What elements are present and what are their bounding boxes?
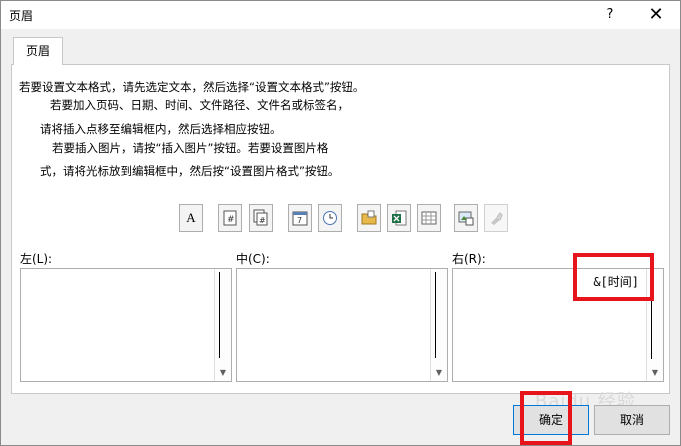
insert-date-icon: 7 [292,210,308,226]
highlight-ok-button [520,391,572,445]
right-section-label: 右(R): [452,252,486,266]
dialog-title: 页眉 [9,9,34,23]
instruction-line-5: 式，请将光标放到编辑框中，然后按“设置图片格式”按钮。 [40,164,340,178]
insert-page-number-button[interactable]: # [218,204,242,232]
svg-text:#: # [259,216,266,225]
instruction-line-3: 请将插入点移至编辑框内，然后选择相应按钮。 [40,122,282,136]
left-scroll-track [219,272,220,358]
left-scrollbar[interactable]: ▼ [214,269,231,381]
insert-sheet-name-icon [421,211,437,225]
title-bar: 页眉 ? ✕ [1,1,680,29]
insert-file-path-button[interactable] [357,204,381,232]
center-scroll-track [435,272,436,358]
instruction-line-4: 若要插入图片，请按“插入图片”按钮。若要设置图片格 [52,141,329,155]
center-section-label: 中(C): [236,252,270,266]
instruction-line-2: 若要加入页码、日期、时间、文件路径、文件名或标签名， [50,98,349,112]
insert-page-count-icon: # [253,209,269,227]
instruction-line-1: 若要设置文本格式，请先选定文本，然后选择“设置文本格式”按钮。 [19,80,365,94]
insert-time-icon [322,210,338,226]
insert-time-button[interactable] [318,204,342,232]
insert-page-number-icon: # [223,210,237,226]
close-button[interactable]: ✕ [641,4,671,26]
format-text-icon: A [186,210,196,225]
center-scrollbar[interactable]: ▼ [430,269,447,381]
insert-file-name-icon [391,210,407,226]
insert-picture-button[interactable] [454,204,478,232]
insert-file-name-button[interactable] [387,204,411,232]
insert-date-button[interactable]: 7 [288,204,312,232]
format-picture-button[interactable] [484,204,508,232]
left-section-editbox[interactable]: ▼ [20,268,232,382]
tab-header[interactable]: 页眉 [13,37,63,65]
format-picture-icon [488,210,504,226]
insert-picture-icon [458,210,474,226]
insert-file-path-icon [361,210,377,226]
chevron-down-icon[interactable]: ▼ [432,367,446,379]
svg-text:#: # [227,215,235,225]
chevron-down-icon[interactable]: ▼ [216,367,230,379]
tab-panel: 若要设置文本格式，请先选定文本，然后选择“设置文本格式”按钮。 若要加入页码、日… [11,64,670,394]
svg-text:7: 7 [297,216,302,225]
insert-page-count-button[interactable]: # [249,204,273,232]
help-button[interactable]: ? [599,4,621,26]
cancel-button[interactable]: 取消 [594,405,670,435]
insert-sheet-name-button[interactable] [417,204,441,232]
chevron-down-icon[interactable]: ▼ [648,367,662,379]
format-text-button[interactable]: A [179,204,203,232]
left-section-label: 左(L): [20,252,53,266]
header-dialog: 页眉 ? ✕ 页眉 若要设置文本格式，请先选定文本，然后选择“设置文本格式”按钮… [0,0,681,446]
right-scroll-track [651,299,652,359]
center-section-editbox[interactable]: ▼ [236,268,448,382]
highlight-right-content [573,253,654,301]
